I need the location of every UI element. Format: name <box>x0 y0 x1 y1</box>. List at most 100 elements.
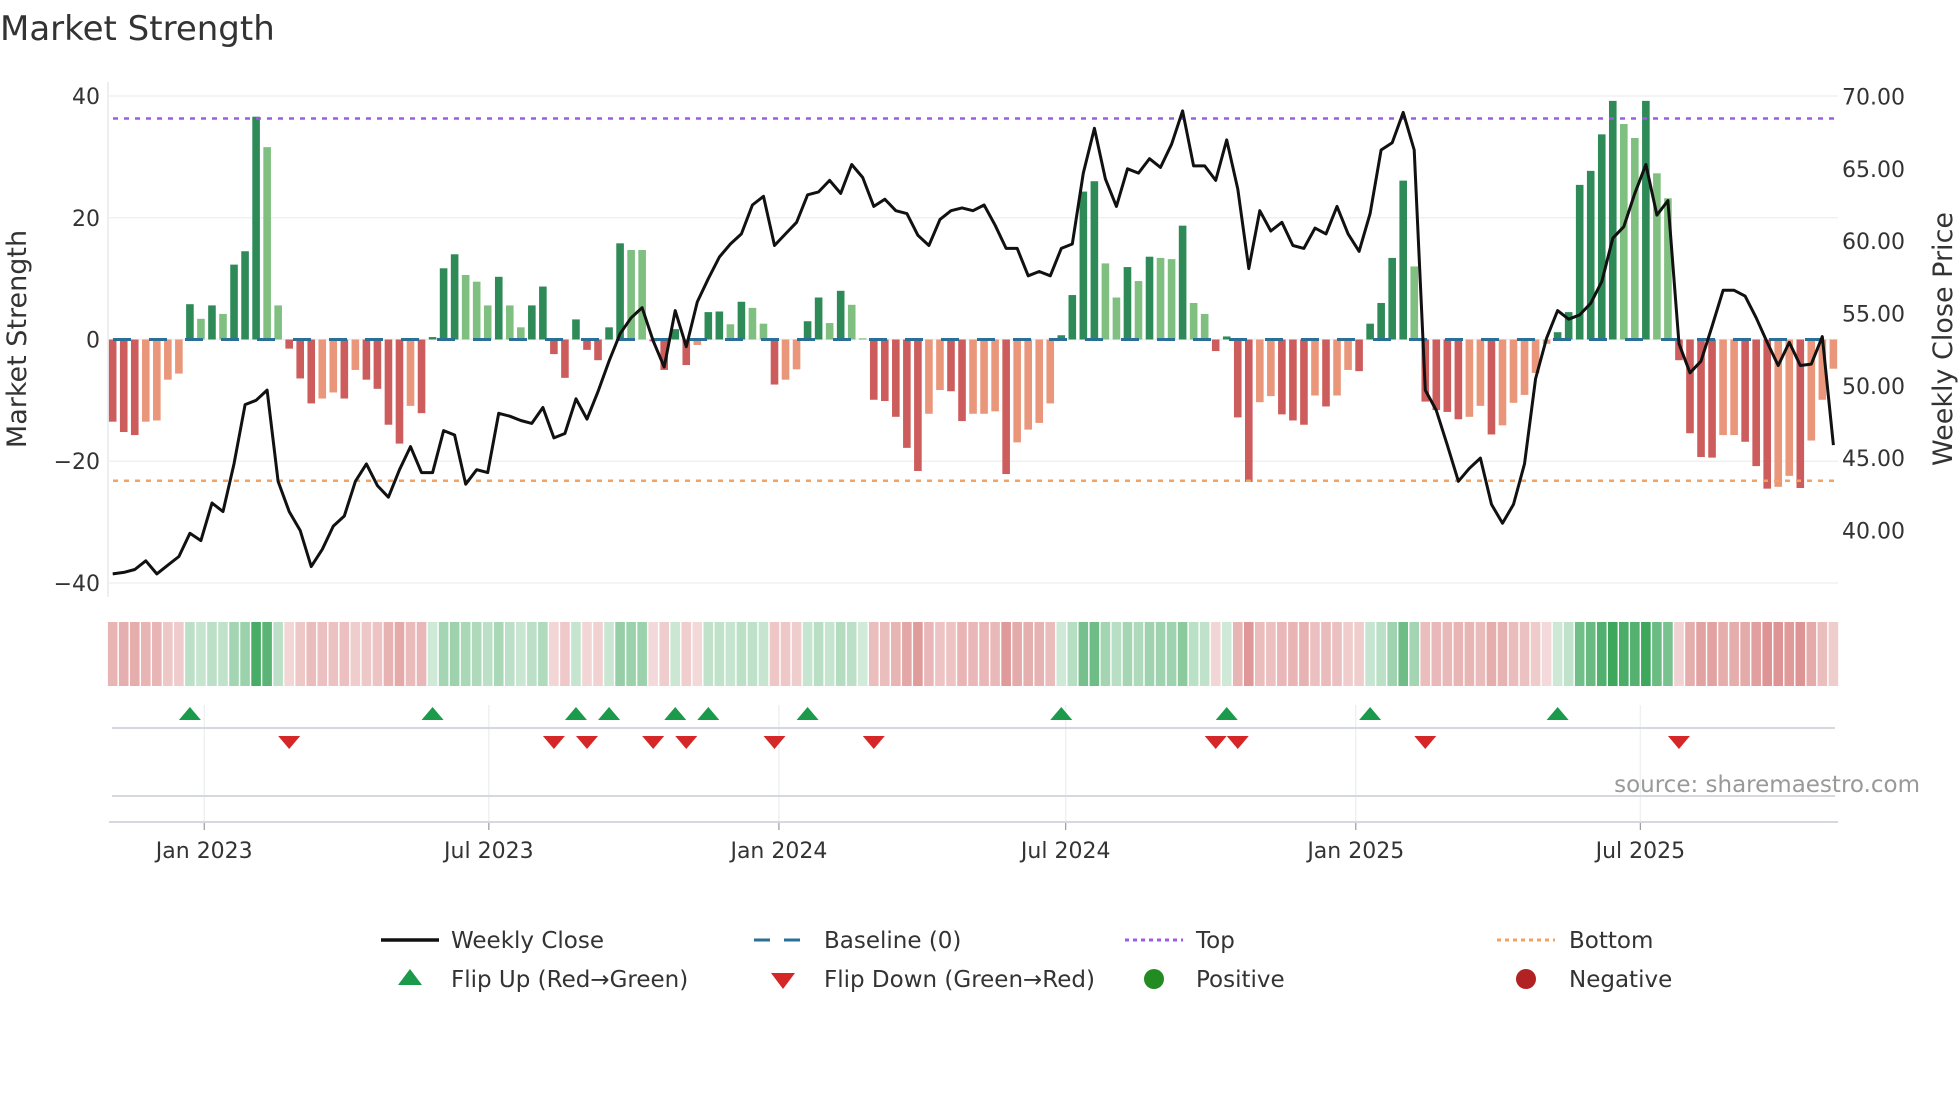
negative-bar <box>417 339 426 414</box>
positive-bar <box>638 250 646 340</box>
heat-cell <box>891 622 901 686</box>
heat-cell <box>207 622 217 686</box>
legend-item-baseline-0: Baseline (0) <box>754 928 961 954</box>
y2-tick-label: 40.00 <box>1842 519 1905 544</box>
heat-cell <box>118 622 129 686</box>
heat-cell <box>1619 622 1629 686</box>
heat-cell <box>791 622 802 686</box>
heat-cell <box>560 622 570 686</box>
heat-cell <box>1111 622 1122 686</box>
negative-bar <box>550 339 558 355</box>
negative-bar <box>1730 339 1738 436</box>
legend-item-flip-down-green-red: Flip Down (Green→Red) <box>771 967 1095 993</box>
negative-bar <box>1763 339 1771 489</box>
positive-bar <box>494 276 503 340</box>
positive-bar <box>1134 281 1143 340</box>
heat-cell <box>1707 622 1717 686</box>
heat-cell <box>1056 622 1067 686</box>
positive-bar <box>704 312 713 340</box>
heat-cell <box>1144 622 1155 686</box>
flip-up-marker <box>664 707 687 720</box>
negative-bar <box>296 339 305 379</box>
heat-cell <box>1817 622 1828 686</box>
heat-cell <box>1751 622 1761 686</box>
heat-cell <box>1442 622 1453 686</box>
heat-cell <box>1431 622 1442 686</box>
negative-bar <box>980 339 988 414</box>
heat-cell <box>802 622 813 686</box>
positive-bar <box>230 264 238 340</box>
heat-cell <box>1210 622 1221 686</box>
positive-bar <box>1178 225 1187 340</box>
flip-up-marker <box>1359 707 1382 720</box>
heat-cell <box>1806 622 1817 686</box>
y-tick-label: −40 <box>54 572 100 597</box>
negative-bar <box>340 339 349 399</box>
heat-cell <box>780 622 791 686</box>
heat-cell <box>1188 622 1199 686</box>
heat-cell <box>527 622 537 686</box>
heat-cell <box>284 622 294 686</box>
left-axis-label: Market Strength <box>2 230 33 448</box>
heat-cell <box>714 622 725 686</box>
legend-label: Negative <box>1569 967 1672 993</box>
heat-cell <box>604 622 614 686</box>
heat-cell <box>902 622 912 686</box>
positive-bar <box>1156 257 1165 340</box>
y2-tick-label: 55.00 <box>1842 302 1905 327</box>
positive-bar <box>1597 134 1606 340</box>
positive-bar <box>539 286 547 340</box>
heat-cell <box>1519 622 1530 686</box>
heat-cell <box>1310 622 1320 686</box>
source-attribution: source: sharemaestro.com <box>1614 772 1920 798</box>
heat-cell <box>1177 622 1188 686</box>
heat-cell <box>262 622 272 686</box>
positive-bar <box>1079 191 1088 340</box>
heat-cell <box>152 622 162 686</box>
negative-bar <box>903 339 911 448</box>
positive-bar <box>241 251 249 340</box>
heat-cell <box>880 622 890 686</box>
heat-cell <box>1023 622 1033 686</box>
negative-bar <box>1465 339 1474 417</box>
positive-bar <box>517 327 525 340</box>
heat-cell <box>1133 622 1144 686</box>
heat-cell <box>196 622 206 686</box>
negative-bar <box>892 339 900 417</box>
negative-bar <box>362 339 371 380</box>
heat-cell <box>1464 622 1475 686</box>
heat-cell <box>493 622 504 686</box>
positive-bar <box>858 338 867 340</box>
heat-cell <box>846 622 857 686</box>
heat-cell <box>1034 622 1045 686</box>
negative-bar <box>958 339 966 422</box>
negative-bar <box>373 339 382 389</box>
heat-cell <box>1321 622 1331 686</box>
heat-cell <box>813 622 824 686</box>
heat-cell <box>1409 622 1420 686</box>
heat-cell <box>1078 622 1089 686</box>
negative-bar <box>1024 339 1032 430</box>
negative-bar <box>583 339 591 350</box>
heat-cell <box>835 622 846 686</box>
heat-cell <box>405 622 416 686</box>
heat-cell <box>295 622 306 686</box>
heat-cell <box>824 622 835 686</box>
positive-bar <box>1642 100 1650 340</box>
heat-cell <box>383 622 394 686</box>
negative-bar <box>991 339 999 412</box>
heat-cell <box>107 622 118 686</box>
heat-cell <box>1762 622 1772 686</box>
flip-up-marker <box>598 707 621 720</box>
x-axis-ticks: Jan 2023 Jul 2023 Jan 2024 Jul 2024 Jan 2025… <box>154 839 1685 864</box>
positive-bar <box>1608 100 1617 340</box>
heat-cell <box>924 622 934 686</box>
heat-cell <box>1563 622 1574 686</box>
legend-label: Bottom <box>1569 928 1653 954</box>
heat-cell <box>1354 622 1364 686</box>
heat-cell <box>361 622 372 686</box>
heat-cell <box>350 622 361 686</box>
negative-bar <box>1719 339 1727 436</box>
heat-cell <box>1376 622 1386 686</box>
left-axis-ticks: 40 20 0 −20 −40 <box>54 85 100 597</box>
